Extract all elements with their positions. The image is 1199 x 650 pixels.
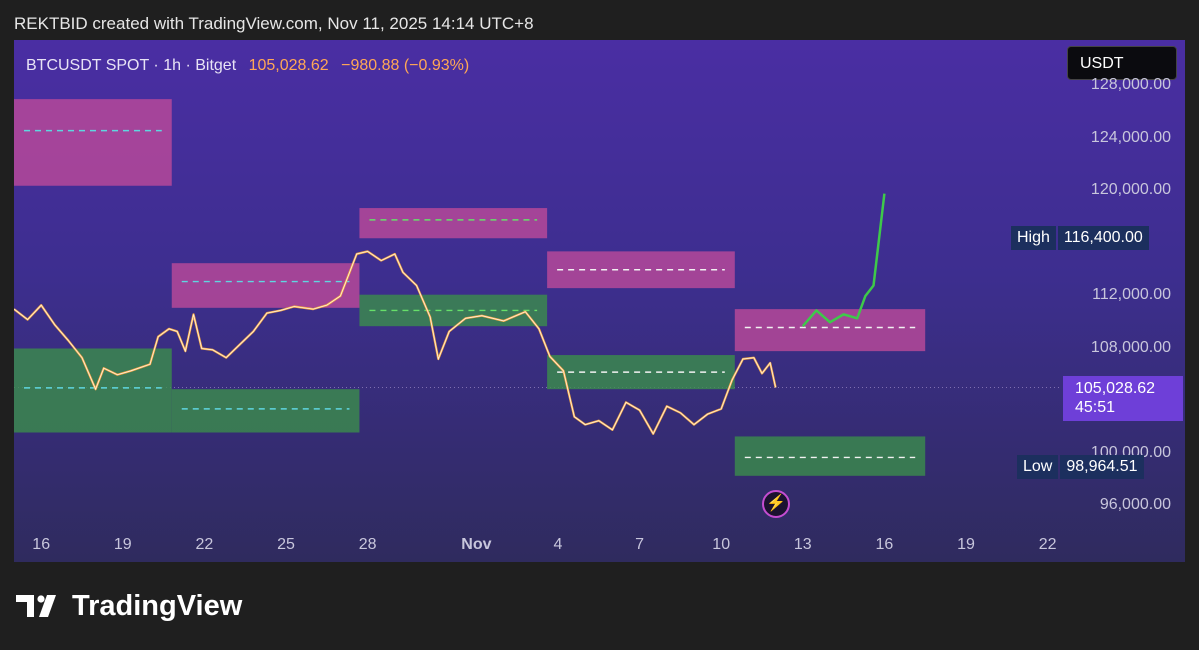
lightning-icon[interactable]: ⚡: [762, 490, 790, 518]
tv-logo-icon: [16, 594, 56, 617]
x-tick-label: 10: [712, 536, 731, 553]
brand-name: TradingView: [72, 590, 243, 622]
x-tick-label: Nov: [461, 536, 492, 553]
supply-zone-4: [734, 309, 926, 352]
currency-button[interactable]: USDT: [1067, 46, 1177, 80]
x-tick-label: 25: [277, 536, 295, 553]
y-tick-label: 120,000.00: [1090, 181, 1171, 198]
chart-credit: REKTBID created with TradingView.com, No…: [14, 14, 534, 33]
low-label: Low: [1017, 455, 1059, 480]
x-tick-label: 28: [358, 536, 377, 553]
high-marker: High 116,400.00: [1011, 226, 1149, 251]
chart-panel[interactable]: BTCUSDT SPOT · 1h · Bitget 105,028.62 −9…: [14, 40, 1185, 562]
x-tick-label: 13: [793, 536, 812, 553]
y-tick-label: 108,000.00: [1090, 338, 1171, 356]
demand-zone-9: [734, 436, 926, 476]
tradingview-logo: TradingView: [16, 590, 242, 623]
price-change: −980.88 (−0.93%): [341, 57, 470, 74]
low-value: 98,964.51: [1060, 455, 1144, 480]
bar-countdown: 45:51: [1075, 399, 1116, 416]
x-tick-label: 19: [957, 536, 975, 553]
y-tick-label: 96,000.00: [1099, 496, 1171, 513]
current-price-tag: 105,028.62 45:51: [1063, 376, 1183, 421]
x-tick-label: 4: [553, 536, 563, 553]
x-tick-label: 22: [195, 536, 214, 553]
demand-zone-7: [359, 294, 548, 327]
symbol-label: BTCUSDT SPOT · 1h · Bitget: [26, 57, 237, 74]
projection-line: [801, 193, 886, 328]
price-chart[interactable]: [14, 40, 1185, 562]
y-tick-label: 128,000.00: [1090, 76, 1171, 93]
low-marker: Low 98,964.51: [1017, 455, 1144, 480]
x-tick-label: 19: [113, 536, 132, 553]
supply-zone-2: [359, 208, 548, 239]
demand-zone-6: [171, 389, 360, 433]
y-tick-label: 124,000.00: [1090, 128, 1171, 146]
high-value: 116,400.00: [1057, 226, 1149, 251]
supply-zone-3: [547, 251, 735, 289]
symbol-info: BTCUSDT SPOT · 1h · Bitget 105,028.62 −9…: [26, 57, 469, 75]
supply-zone-0: [14, 99, 172, 186]
high-label: High: [1011, 226, 1056, 251]
demand-zone-8: [547, 355, 735, 390]
y-tick-label: 112,000.00: [1092, 286, 1171, 303]
demand-zone-5: [14, 348, 172, 433]
x-tick-label: 16: [875, 536, 894, 553]
x-tick-label: 22: [1038, 536, 1057, 553]
current-price-value: 105,028.62: [1075, 380, 1156, 397]
x-tick-label: 16: [32, 536, 51, 553]
last-price: 105,028.62: [248, 57, 329, 74]
x-tick-label: 7: [635, 536, 645, 553]
